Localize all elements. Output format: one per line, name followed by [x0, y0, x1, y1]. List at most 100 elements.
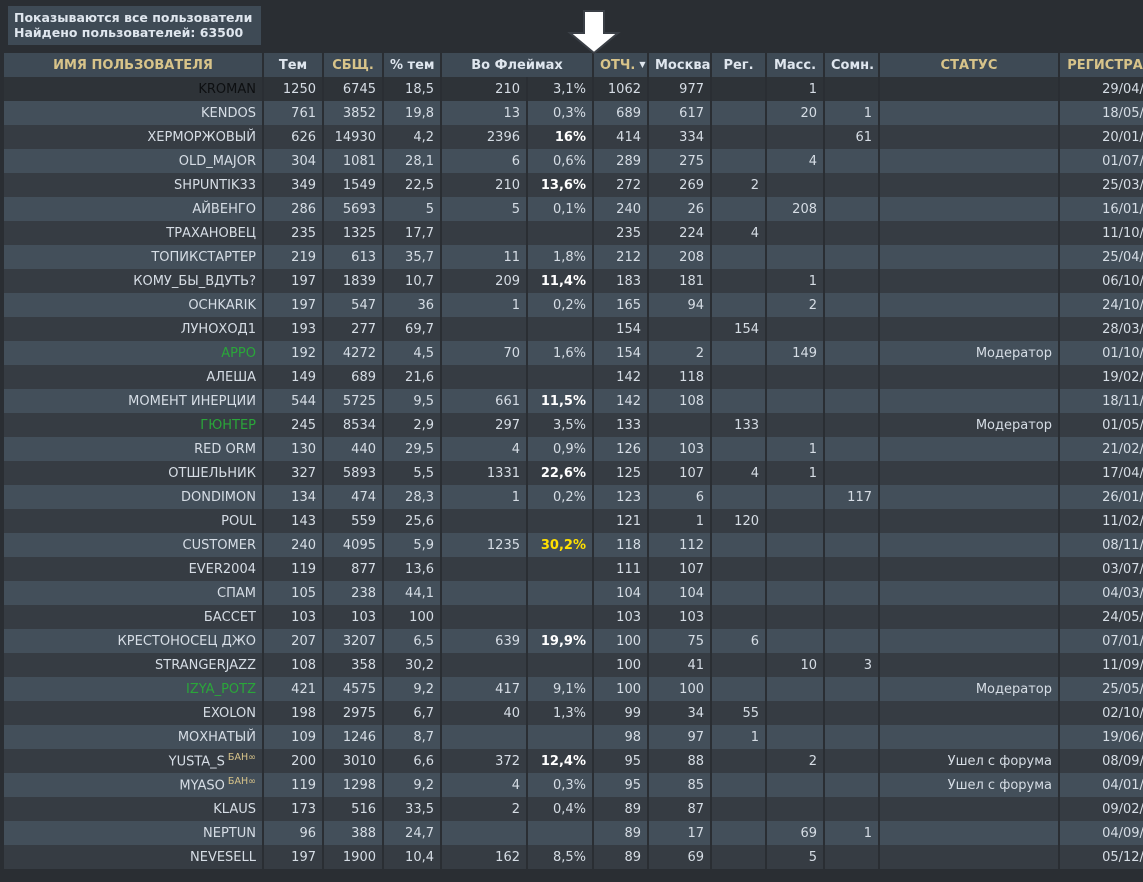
cell-pct-topics: 6,5: [383, 629, 442, 653]
table-row[interactable]: CUSTOMER 24040955,9123530,2%118112 08/11/2…: [4, 533, 1143, 557]
cell-reg: [711, 149, 767, 173]
cell-username[interactable]: ТОПИКСТАРТЕР: [4, 245, 264, 269]
column-header-reports[interactable]: ОТЧ. ▼: [593, 53, 649, 77]
table-row[interactable]: MYASO БАН∞ 119 1298 9,2 4 0,3% 95 85 Ушел с форум…: [4, 773, 1143, 797]
table-row[interactable]: RED ORM 13044029,540,9%126103 1 21/02/2008: [4, 437, 1143, 461]
cell-username[interactable]: МОХНАТЫЙ: [4, 725, 264, 749]
table-row[interactable]: SHPUNTIK33 349 1549 22,5 210 13,6% 272 269 2 25/0…: [4, 173, 1143, 197]
cell-username[interactable]: APPO: [4, 341, 264, 365]
table-row[interactable]: STRANGERJAZZ 10835830,2 10041 103 11/09/2011: [4, 653, 1143, 677]
cell-username[interactable]: OCHKARIK: [4, 293, 264, 317]
cell-reports: 121: [593, 509, 649, 533]
cell-username[interactable]: EVER2004: [4, 557, 264, 581]
cell-username[interactable]: КРЕСТОНОСЕЦ ДЖО: [4, 629, 264, 653]
cell-username[interactable]: МОМЕНТ ИНЕРЦИИ: [4, 389, 264, 413]
table-row[interactable]: ТРАХАНОВЕЦ235132517,7235224411/10/2006: [4, 221, 1143, 245]
cell-username[interactable]: ХЕРМОРЖОВЫЙ: [4, 125, 264, 149]
cell-username[interactable]: БАССЕТ: [4, 605, 264, 629]
cell-username[interactable]: POUL: [4, 509, 264, 533]
cell-username[interactable]: IZYA_POTZ: [4, 677, 264, 701]
column-header-messages[interactable]: СБЩ.: [323, 53, 384, 77]
username-label: DONDIMON: [181, 489, 256, 505]
cell-topics: 173: [263, 797, 324, 821]
table-row[interactable]: ТОПИКСТАРТЕР 21961335,7111,8%212208 25/04/…: [4, 245, 1143, 269]
cell-username[interactable]: CUSTOMER: [4, 533, 264, 557]
table-row[interactable]: КОМУ_БЫ_ВДУТЬ? 197 1839 10,7 209 11,4% 183 181 1…: [4, 269, 1143, 293]
table-row[interactable]: NEPTUN 9638824,7 8917 691 04/09/2012: [4, 821, 1143, 845]
cell-pct-topics: 21,6: [383, 365, 442, 389]
cell-username[interactable]: ОТШЕЛЬНИК: [4, 461, 264, 485]
table-row[interactable]: ГЮНТЕР 245 8534 2,9 297 3,5% 133 133 Модератор 01…: [4, 413, 1143, 437]
cell-username[interactable]: ГЮНТЕР: [4, 413, 264, 437]
table-row[interactable]: ЛУНОХОД1 19327769,7 154 154 28/03/2003: [4, 317, 1143, 341]
table-row[interactable]: IZYA_POTZ 421 4575 9,2 417 9,1% 100 100 Модерато…: [4, 677, 1143, 701]
cell-pct-topics: 4,2: [383, 125, 442, 149]
cell-username[interactable]: СПАМ: [4, 581, 264, 605]
cell-topics: 105: [263, 581, 324, 605]
column-header-reg[interactable]: Рег.: [711, 53, 767, 77]
cell-username[interactable]: АЛЕША: [4, 365, 264, 389]
column-header-topics[interactable]: Тем: [263, 53, 324, 77]
cell-reg: [711, 797, 767, 821]
table-row[interactable]: БАССЕТ10310310010310324/05/2007: [4, 605, 1143, 629]
cell-username[interactable]: КОМУ_БЫ_ВДУТЬ?: [4, 269, 264, 293]
table-row[interactable]: АЛЕША 14968921,6 142118 19/02/2004: [4, 365, 1143, 389]
cell-username[interactable]: RED ORM: [4, 437, 264, 461]
cell-username[interactable]: YUSTA_S БАН∞: [4, 749, 264, 773]
table-row[interactable]: KLAUS 17351633,520,4%8987 09/02/2000: [4, 797, 1143, 821]
cell-username[interactable]: KENDOS: [4, 101, 264, 125]
table-row[interactable]: АЙВЕНГО2865693550,1%2402620816/01/2007: [4, 197, 1143, 221]
username-label: EVER2004: [188, 561, 256, 577]
column-header-status[interactable]: СТАТУС: [879, 53, 1060, 77]
cell-username[interactable]: KROMAN: [4, 77, 264, 101]
table-row[interactable]: OLD_MAJOR 304108128,160,6%289275 4 01/07/20…: [4, 149, 1143, 173]
column-header-registration[interactable]: РЕГИСТРАЦИЯ: [1059, 53, 1143, 77]
table-row[interactable]: APPO 192 4272 4,5 70 1,6% 154 2 149 Модератор 01/1…: [4, 341, 1143, 365]
table-row[interactable]: СПАМ 10523844,1 104104 04/03/2010: [4, 581, 1143, 605]
column-header-doubt[interactable]: Сомн.: [824, 53, 880, 77]
table-row[interactable]: NEVESELL 197190010,41628,5%8969 5 05/12/200…: [4, 845, 1143, 869]
cell-status: [879, 509, 1060, 533]
cell-messages: 2975: [323, 701, 384, 725]
cell-username[interactable]: MYASO БАН∞: [4, 773, 264, 797]
table-row[interactable]: МОХНАТЫЙ 10912468,7 98971 19/06/2012: [4, 725, 1143, 749]
cell-username[interactable]: NEPTUN: [4, 821, 264, 845]
table-row[interactable]: ХЕРМОРЖОВЫЙ 626 14930 4,2 2396 16% 414 334 61 20/…: [4, 125, 1143, 149]
cell-doubt: [824, 725, 880, 749]
table-row[interactable]: KENDOS 761385219,8130,3%689617 201 18/05/20…: [4, 101, 1143, 125]
cell-username[interactable]: KLAUS: [4, 797, 264, 821]
cell-moscow: 85: [648, 773, 712, 797]
cell-username[interactable]: EXOLON: [4, 701, 264, 725]
cell-mass: 1: [766, 269, 825, 293]
cell-doubt: [824, 461, 880, 485]
cell-flames-count: 210: [441, 173, 528, 197]
table-row[interactable]: МОМЕНТ ИНЕРЦИИ 544 5725 9,5 661 11,5% 142 108 18…: [4, 389, 1143, 413]
cell-username[interactable]: DONDIMON: [4, 485, 264, 509]
cell-messages: 877: [323, 557, 384, 581]
cell-moscow: 104: [648, 581, 712, 605]
cell-flames-count: 70: [441, 341, 528, 365]
column-header-pct-topics[interactable]: % тем: [383, 53, 442, 77]
table-row[interactable]: OCHKARIK 1975473610,2%16594 2 24/10/2005: [4, 293, 1143, 317]
table-row[interactable]: EVER2004 11987713,6 111107 03/07/2006: [4, 557, 1143, 581]
cell-doubt: [824, 413, 880, 437]
table-row[interactable]: YUSTA_S БАН∞ 200 3010 6,6 372 12,4% 95 88 2 Ушел с…: [4, 749, 1143, 773]
table-row[interactable]: EXOLON 19829756,7401,3%993455 02/10/2009: [4, 701, 1143, 725]
column-header-flames[interactable]: Во Флеймах: [441, 53, 594, 77]
cell-username[interactable]: ЛУНОХОД1: [4, 317, 264, 341]
column-header-name[interactable]: ИМЯ ПОЛЬЗОВАТЕЛЯ: [4, 53, 264, 77]
table-row[interactable]: КРЕСТОНОСЕЦ ДЖО 207 3207 6,5 639 19,9% 100 75 6 0…: [4, 629, 1143, 653]
table-row[interactable]: POUL 14355925,6 1211120 11/02/2016: [4, 509, 1143, 533]
column-header-mass[interactable]: Масс.: [766, 53, 825, 77]
cell-username[interactable]: STRANGERJAZZ: [4, 653, 264, 677]
table-row[interactable]: ОТШЕЛЬНИК 327 5893 5,5 1331 22,6% 125 107 4 1 17/0…: [4, 461, 1143, 485]
cell-username[interactable]: АЙВЕНГО: [4, 197, 264, 221]
table-row[interactable]: KROMAN 1250674518,52103,1%1062977 1 29/04/2…: [4, 77, 1143, 101]
cell-username[interactable]: NEVESELL: [4, 845, 264, 869]
table-row[interactable]: DONDIMON 13447428,310,2%1236 117 26/01/2015: [4, 485, 1143, 509]
cell-username[interactable]: OLD_MAJOR: [4, 149, 264, 173]
cell-username[interactable]: SHPUNTIK33: [4, 173, 264, 197]
cell-username[interactable]: ТРАХАНОВЕЦ: [4, 221, 264, 245]
cell-registration-date: 18/11/2007: [1059, 389, 1143, 413]
column-header-moscow[interactable]: Москва: [648, 53, 712, 77]
